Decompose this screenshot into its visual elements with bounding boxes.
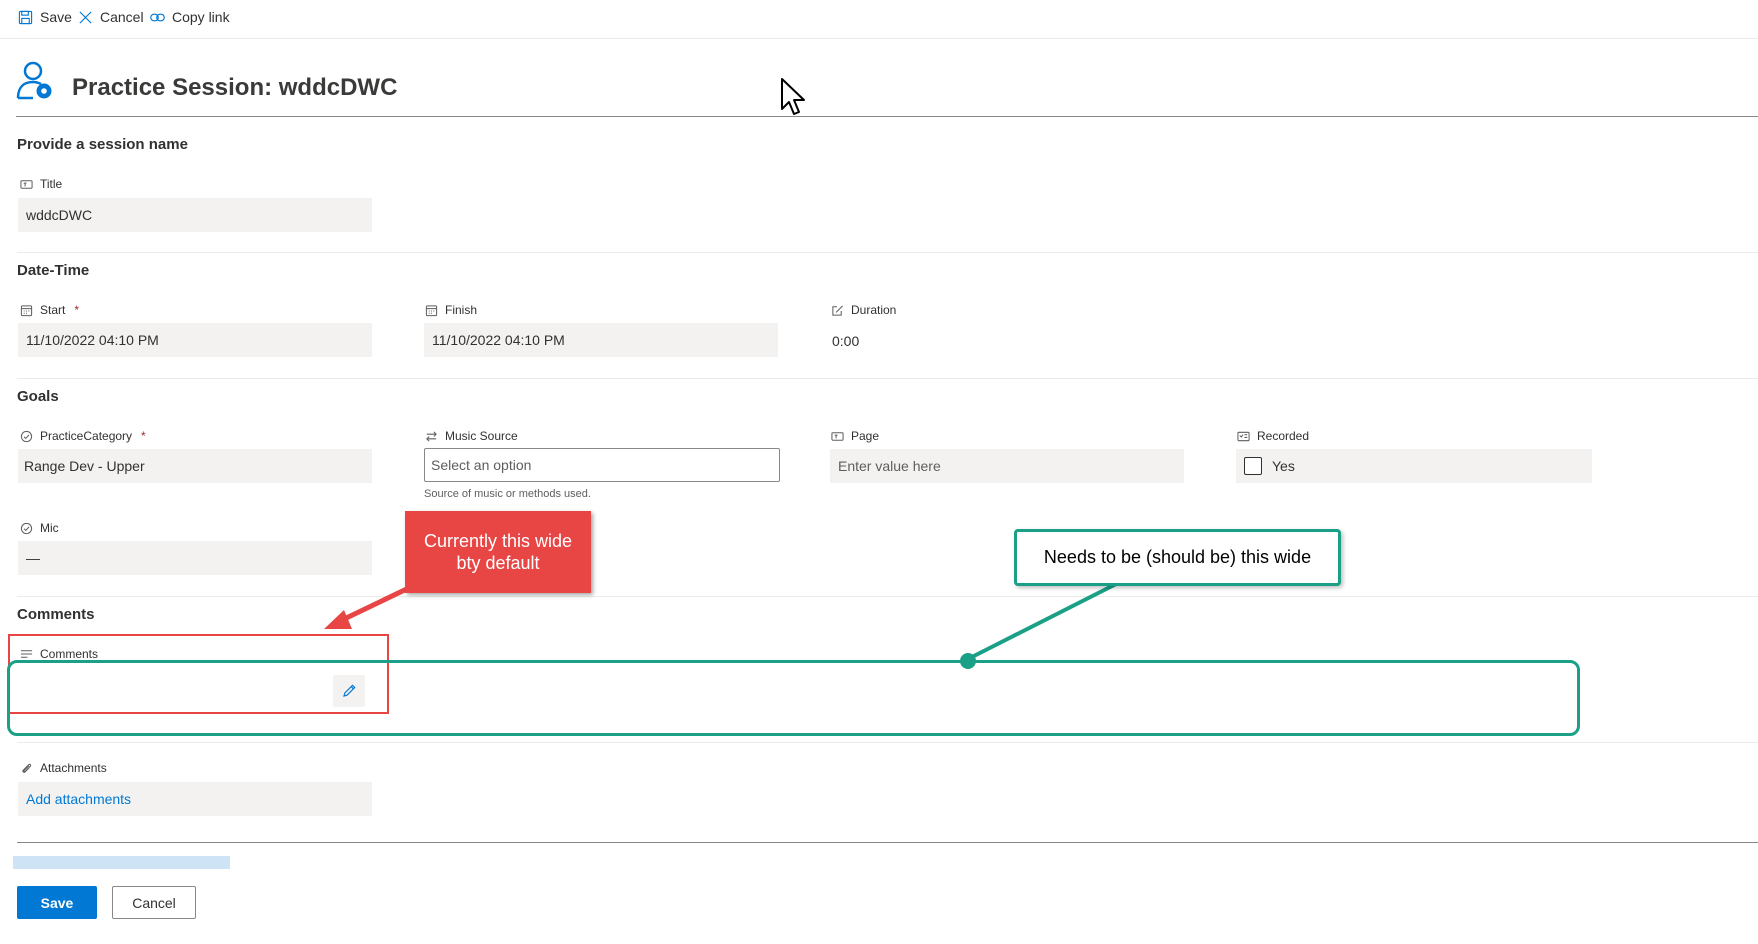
toolbar-cancel-button[interactable]: Cancel bbox=[78, 6, 144, 28]
save-icon bbox=[18, 10, 33, 24]
mouse-cursor-icon bbox=[781, 78, 805, 115]
toolbar-copy-link-button[interactable]: Copy link bbox=[150, 6, 230, 28]
recorded-option-label: Yes bbox=[1272, 458, 1295, 474]
toolbar-save-label: Save bbox=[40, 9, 72, 25]
finish-datetime-input[interactable]: 11/10/2022 04:10 PM bbox=[424, 323, 778, 357]
textbox-icon bbox=[20, 179, 33, 189]
cancel-button[interactable]: Cancel bbox=[112, 886, 196, 919]
start-field-label: Start * bbox=[20, 302, 79, 318]
required-asterisk: * bbox=[141, 429, 146, 443]
attachments-field-label: Attachments bbox=[20, 760, 107, 776]
section-divider bbox=[17, 742, 1758, 743]
practice-category-select[interactable]: Range Dev - Upper bbox=[18, 449, 372, 483]
link-icon bbox=[150, 13, 165, 21]
duration-label-text: Duration bbox=[851, 303, 897, 317]
mic-label-text: Mic bbox=[40, 521, 59, 535]
section-divider bbox=[17, 596, 1758, 597]
required-asterisk: * bbox=[74, 303, 80, 317]
desired-width-highlight-box bbox=[7, 660, 1580, 736]
section-title-date-time: Date-Time bbox=[17, 262, 90, 279]
red-arrow-line bbox=[338, 582, 417, 624]
music-source-hint: Source of music or methods used. bbox=[424, 488, 591, 500]
section-divider bbox=[17, 252, 1758, 253]
finish-label-text: Finish bbox=[445, 303, 478, 317]
toolbar-copy-link-label: Copy link bbox=[172, 9, 230, 25]
page-field-label: Page bbox=[831, 428, 879, 444]
attachments-area: Add attachments bbox=[18, 782, 372, 816]
recorded-checkbox[interactable] bbox=[1244, 457, 1262, 475]
red-arrow-head bbox=[324, 610, 352, 629]
command-bar bbox=[0, 0, 1758, 39]
green-arrow-line bbox=[967, 580, 1121, 661]
toolbar-save-button[interactable]: Save bbox=[18, 6, 72, 28]
edit-box-icon bbox=[832, 304, 843, 316]
mic-select[interactable]: — bbox=[18, 541, 372, 575]
finish-field-label: Finish bbox=[425, 302, 477, 318]
header-divider bbox=[16, 116, 1758, 117]
title-label-text: Title bbox=[40, 177, 63, 191]
section-title-goals: Goals bbox=[17, 388, 59, 405]
recorded-label-text: Recorded bbox=[1257, 429, 1310, 443]
checkbox-grid-icon bbox=[1237, 431, 1250, 441]
page-input[interactable]: Enter value here bbox=[830, 449, 1184, 483]
toolbar-cancel-label: Cancel bbox=[100, 9, 144, 25]
check-circle-icon bbox=[20, 522, 33, 534]
mic-field-label: Mic bbox=[20, 520, 59, 536]
title-field-label: Title bbox=[20, 176, 62, 192]
footer-divider bbox=[17, 842, 1758, 843]
practice-category-field-label: PracticeCategory * bbox=[20, 428, 146, 444]
calendar-icon bbox=[425, 304, 438, 316]
add-attachments-link[interactable]: Add attachments bbox=[26, 791, 131, 807]
selection-highlight bbox=[13, 856, 230, 869]
recorded-field-label: Recorded bbox=[1237, 428, 1309, 444]
check-circle-icon bbox=[20, 430, 33, 442]
duration-field-label: Duration bbox=[831, 302, 896, 318]
calendar-icon bbox=[20, 304, 33, 316]
recorded-toggle[interactable]: Yes bbox=[1236, 449, 1592, 483]
page-title: Practice Session: wddcDWC bbox=[72, 74, 398, 101]
desired-width-callout: Needs to be (should be) this wide bbox=[1014, 529, 1341, 586]
person-gear-icon bbox=[16, 61, 52, 100]
start-datetime-input[interactable]: 11/10/2022 04:10 PM bbox=[18, 323, 372, 357]
save-button[interactable]: Save bbox=[17, 886, 97, 919]
close-icon bbox=[79, 10, 92, 24]
paperclip-icon bbox=[22, 763, 32, 773]
music-source-field-label: Music Source bbox=[425, 428, 518, 444]
current-width-callout: Currently this wide bty default bbox=[405, 511, 591, 593]
section-divider bbox=[17, 378, 1758, 379]
practice-category-label-text: PracticeCategory bbox=[40, 429, 133, 443]
textbox-icon bbox=[831, 431, 844, 441]
section-title-comments: Comments bbox=[17, 606, 95, 623]
arrows-swap-icon bbox=[426, 430, 437, 442]
start-label-text: Start bbox=[40, 303, 66, 317]
page-label-text: Page bbox=[851, 429, 880, 443]
music-source-select[interactable]: Select an option bbox=[424, 448, 780, 482]
section-title-session-name: Provide a session name bbox=[17, 136, 188, 153]
title-input[interactable]: wddcDWC bbox=[18, 198, 372, 232]
music-source-label-text: Music Source bbox=[445, 429, 518, 443]
attachments-label-text: Attachments bbox=[40, 761, 107, 775]
duration-value: 0:00 bbox=[832, 333, 860, 349]
